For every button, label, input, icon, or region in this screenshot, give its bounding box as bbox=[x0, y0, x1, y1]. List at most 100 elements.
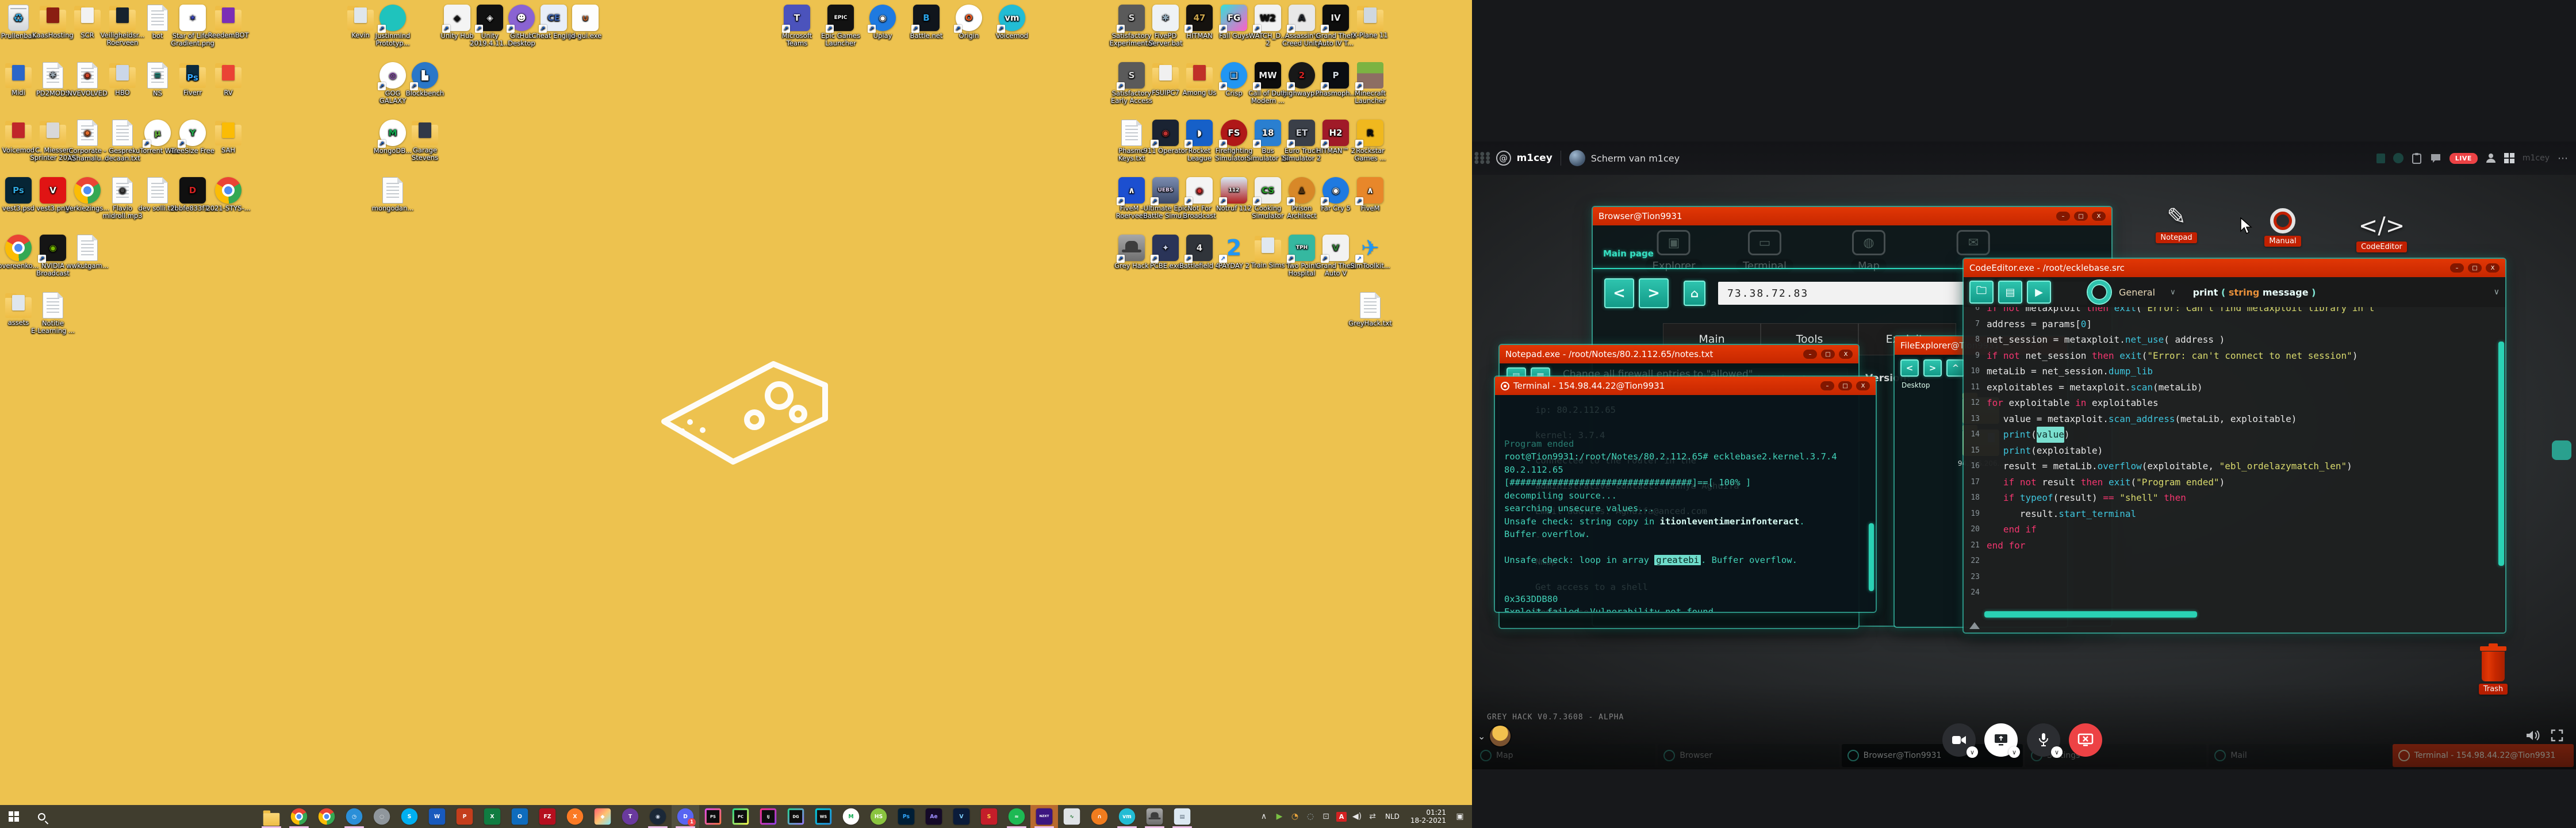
display-icon[interactable]: ⊡ bbox=[1321, 812, 1331, 821]
desktop-icon[interactable]: Notitie E-Learning ... bbox=[29, 292, 77, 335]
stop-streaming-button[interactable] bbox=[2069, 723, 2102, 757]
minimize-icon[interactable]: – bbox=[2056, 212, 2070, 221]
desktop-icon[interactable]: SAH bbox=[204, 120, 252, 154]
desktop-icon[interactable]: O↗Origin bbox=[945, 5, 993, 40]
taskbar-pin-perf-monitor[interactable]: ∿ bbox=[1058, 805, 1086, 828]
desktop-icon[interactable]: ↗Minecraft Launcher bbox=[1346, 62, 1394, 105]
search-button[interactable] bbox=[28, 805, 55, 828]
taskbar-pin-word[interactable]: W bbox=[423, 805, 451, 828]
more-options-icon[interactable]: ⋯ bbox=[2558, 152, 2568, 164]
code-editor-area[interactable]: 6if not metaxploit then exit("Error: Can… bbox=[1964, 307, 2505, 632]
taskbar-pin-after-effects[interactable]: Ae bbox=[920, 805, 948, 828]
save-button[interactable]: ▤ bbox=[1998, 281, 2022, 304]
desktop-icon[interactable]: mongodan... bbox=[369, 177, 417, 212]
taskbar-pin-discord[interactable]: D1 bbox=[672, 805, 699, 828]
play-icon[interactable]: ▶ bbox=[1274, 812, 1285, 821]
fe-back-button[interactable]: < bbox=[1900, 359, 1919, 377]
taskbar-pin-grey-hack[interactable] bbox=[1141, 805, 1168, 828]
forward-button[interactable]: > bbox=[1639, 278, 1669, 308]
notepad-title-bar[interactable]: Notepad.exe - /root/Notes/80.2.112.65/no… bbox=[1500, 345, 1858, 363]
taskbar-pin-spotify[interactable]: ≈ bbox=[1003, 805, 1030, 828]
desktop-icon[interactable]: vm↗Voicemod bbox=[988, 5, 1036, 40]
desktop-icon[interactable]: ◉↗Uplay bbox=[858, 5, 907, 40]
ring-icon[interactable]: ◌ bbox=[1305, 812, 1316, 821]
desktop-icon[interactable]: 2021-STYS-... bbox=[204, 177, 252, 212]
grid-view-icon[interactable] bbox=[2504, 153, 2514, 163]
taskbar-pin-shield-app[interactable]: S bbox=[975, 805, 1003, 828]
terminal-title-bar[interactable]: Terminal - 154.98.44.22@Tion9931 –□X bbox=[1495, 377, 1876, 395]
taskbar-pin-outlook[interactable]: O bbox=[506, 805, 534, 828]
taskbar-pin-phpstorm[interactable]: PS bbox=[699, 805, 727, 828]
taskbar-pin-openvpn[interactable]: ∩ bbox=[1086, 805, 1113, 828]
game-desktop-icon-codeeditor[interactable]: </>CodeEditor bbox=[2356, 213, 2408, 252]
desktop-icon[interactable]: ∧↗FiveM bbox=[1346, 177, 1394, 212]
browser-title-bar[interactable]: Browser@Tion9931 –□X bbox=[1593, 207, 2111, 225]
reaction-icon[interactable] bbox=[2376, 154, 2385, 163]
taskbar-pin-webstorm[interactable]: WS bbox=[810, 805, 837, 828]
taskbar-pin-steam[interactable]: ◉ bbox=[644, 805, 672, 828]
volume-icon[interactable]: ◀) bbox=[1352, 812, 1362, 821]
activity-icon[interactable] bbox=[2393, 153, 2404, 163]
desktop-icon[interactable]: ∪jd-gui.exe bbox=[561, 5, 610, 40]
close-icon[interactable]: X bbox=[2092, 212, 2106, 221]
taskbar-pin-tabby[interactable]: T bbox=[616, 805, 644, 828]
network-icon[interactable]: ⇄ bbox=[1367, 812, 1378, 821]
help-lifering-icon[interactable] bbox=[2088, 281, 2111, 304]
desktop-icon[interactable]: RV bbox=[204, 62, 252, 97]
terminal-scrollbar[interactable] bbox=[1869, 523, 1874, 591]
game-desktop-icon-manual[interactable]: Manual bbox=[2257, 208, 2309, 247]
code-horizontal-scrollbar[interactable] bbox=[1984, 611, 2197, 618]
codeeditor-title-bar[interactable]: CodeEditor.exe - /root/ecklebase.src –□X bbox=[1964, 259, 2505, 277]
taskbar-pin-grey-app[interactable]: ◌ bbox=[368, 805, 396, 828]
chevron-up-icon[interactable]: ∧ bbox=[1259, 812, 1269, 821]
chevron-down-icon[interactable]: ∨ bbox=[2494, 288, 2500, 297]
desktop-icon[interactable]: Garage Stevens bbox=[401, 120, 449, 162]
taskbar-pin-file-explorer[interactable] bbox=[258, 805, 285, 828]
taskbar-pin-powerpoint[interactable]: P bbox=[451, 805, 478, 828]
chrome-tray-icon[interactable]: ◔ bbox=[1290, 812, 1300, 821]
camera-button[interactable]: ∨ bbox=[1942, 723, 1976, 757]
taskbar-pin-excel[interactable]: X bbox=[478, 805, 506, 828]
taskbar-pin-intellij[interactable]: IJ bbox=[754, 805, 782, 828]
taskbar-pin-filezilla[interactable]: FZ bbox=[534, 805, 561, 828]
taskbar-pin-vegas[interactable]: V bbox=[948, 805, 975, 828]
chevron-down-icon[interactable]: ∨ bbox=[1966, 746, 1978, 758]
desktop-icon[interactable]: GreyHack.txt bbox=[1346, 292, 1394, 327]
signature-dropdown[interactable]: print ( string message ) bbox=[2193, 287, 2316, 298]
home-button[interactable]: ⌂ bbox=[1684, 281, 1705, 306]
taskbar-clock[interactable]: 01:21 18-2-2021 bbox=[1407, 808, 1450, 825]
volume-icon[interactable] bbox=[2525, 729, 2540, 742]
fe-forward-button[interactable]: > bbox=[1923, 359, 1942, 377]
chat-edge-widget[interactable] bbox=[2552, 440, 2571, 460]
taskbar-pin-skype[interactable]: S bbox=[396, 805, 423, 828]
terminal-output[interactable]: ip: 80.2.112.65 kernel: 3.7.4 connected … bbox=[1495, 395, 1876, 612]
game-desktop-icon-notepad[interactable]: ✎Notepad bbox=[2150, 204, 2202, 243]
desktop-icon[interactable]: ReedemBOT bbox=[204, 5, 252, 39]
taskbar-pin-browser-2[interactable] bbox=[313, 805, 340, 828]
maximize-icon[interactable]: □ bbox=[1838, 381, 1852, 390]
clipboard-icon[interactable] bbox=[2412, 152, 2422, 164]
minimize-icon[interactable]: – bbox=[1820, 381, 1834, 390]
chevron-down-icon[interactable]: ∨ bbox=[2051, 746, 2063, 758]
minimize-icon[interactable]: – bbox=[2450, 263, 2464, 273]
member-icon[interactable] bbox=[2486, 153, 2496, 163]
taskbar-pin-pycharm[interactable]: PC bbox=[727, 805, 754, 828]
close-icon[interactable]: X bbox=[1856, 381, 1870, 390]
language-indicator[interactable]: NLD bbox=[1383, 812, 1402, 821]
minimize-icon[interactable]: – bbox=[1803, 350, 1817, 359]
taskbar-pin-paint-app[interactable]: ◆ bbox=[589, 805, 616, 828]
taskbar-pin-mongodb-compass[interactable]: M bbox=[837, 805, 865, 828]
screenshare-button[interactable]: ∨ bbox=[1984, 723, 2018, 757]
run-button[interactable]: ▶ bbox=[2027, 281, 2051, 304]
desktop-icon[interactable]: ↗Justinmind Prototyp... bbox=[369, 5, 417, 47]
start-button[interactable] bbox=[0, 805, 28, 828]
taskbar-pin-xampp[interactable]: X bbox=[561, 805, 589, 828]
desktop-icon[interactable]: R↗Rockstar Games ... bbox=[1346, 120, 1394, 162]
header-username[interactable]: m1cey bbox=[1517, 152, 1552, 164]
code-vertical-scrollbar[interactable] bbox=[2498, 342, 2504, 566]
taskbar-pin-voicemod[interactable]: vm bbox=[1113, 805, 1141, 828]
chevron-down-icon[interactable]: ∨ bbox=[2008, 746, 2020, 758]
notification-center-icon[interactable]: ▣ bbox=[1455, 812, 1465, 821]
profile-dropdown[interactable]: General ∨ bbox=[2119, 287, 2176, 298]
desktop-icon[interactable]: X-Plane 11 bbox=[1346, 5, 1394, 39]
